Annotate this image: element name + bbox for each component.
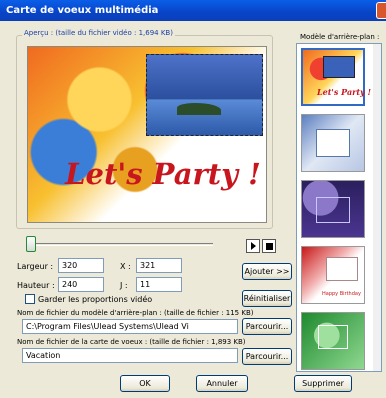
template-preview-frame xyxy=(326,257,358,281)
play-button[interactable] xyxy=(246,239,260,253)
templates-scrollbar[interactable] xyxy=(373,44,381,371)
template-text: Let's Party ! xyxy=(317,87,371,97)
template-item[interactable] xyxy=(301,180,365,238)
template-item[interactable] xyxy=(301,312,365,370)
video-placeholder[interactable] xyxy=(146,54,263,136)
keep-ratio-checkbox[interactable] xyxy=(25,294,35,304)
template-item[interactable] xyxy=(301,114,365,172)
template-preview-frame xyxy=(323,56,355,78)
height-label: Hauteur : xyxy=(17,281,55,290)
stop-button[interactable] xyxy=(262,239,276,253)
window-title: Carte de voeux multimédia xyxy=(6,5,159,16)
templates-label: Modèle d'arrière-plan : xyxy=(300,33,380,41)
keep-ratio-label: Garder les proportions vidéo xyxy=(38,295,153,304)
card-file-label: Nom de fichier de la carte de voeux : (t… xyxy=(17,338,246,346)
x-label: X : xyxy=(120,262,131,271)
template-item[interactable]: Let's Party ! xyxy=(301,48,371,106)
browse-card-button[interactable]: Parcourir... xyxy=(242,348,292,365)
y-label: J : xyxy=(120,281,128,290)
cancel-button[interactable]: Annuler xyxy=(196,375,248,392)
title-bar: Carte de voeux multimédia xyxy=(0,0,386,21)
greeting-card-dialog: Carte de voeux multimédia Aperçu : (tail… xyxy=(0,0,386,398)
timeline-slider-thumb[interactable] xyxy=(26,236,36,252)
card-file-field[interactable]: Vacation xyxy=(22,348,238,363)
background-file-label: Nom de fichier du modèle d'arrière-plan … xyxy=(17,309,254,317)
ok-button[interactable]: OK xyxy=(120,375,170,392)
templates-list[interactable]: Let's Party ! Happy Birthday xyxy=(296,43,382,372)
add-button[interactable]: Ajouter >> xyxy=(242,263,292,280)
template-preview-frame xyxy=(318,325,348,349)
background-path-field[interactable]: C:\Program Files\Ulead Systems\Ulead Vi xyxy=(22,319,238,334)
stop-icon xyxy=(265,242,273,250)
browse-background-button[interactable]: Parcourir... xyxy=(242,318,292,335)
preview-canvas[interactable]: Let's Party ! xyxy=(27,46,267,223)
height-field[interactable]: 240 xyxy=(58,277,104,292)
width-field[interactable]: 320 xyxy=(58,258,104,273)
reset-button[interactable]: Réinitialiser xyxy=(242,290,292,307)
card-text: Let's Party ! xyxy=(65,157,261,191)
preview-group-label: Aperçu : (taille du fichier vidéo : 1,69… xyxy=(22,29,175,37)
y-field[interactable]: 11 xyxy=(136,277,182,292)
template-preview-frame xyxy=(316,129,350,157)
template-text: Happy Birthday xyxy=(322,291,361,297)
width-label: Largeur : xyxy=(17,262,54,271)
play-icon xyxy=(250,242,256,250)
x-field[interactable]: 321 xyxy=(136,258,182,273)
close-icon[interactable] xyxy=(376,2,386,19)
island-image xyxy=(177,103,221,115)
timeline-slider-track[interactable] xyxy=(28,243,213,246)
template-item[interactable]: Happy Birthday xyxy=(301,246,365,304)
template-preview-frame xyxy=(316,197,350,223)
delete-button[interactable]: Supprimer xyxy=(294,375,352,392)
